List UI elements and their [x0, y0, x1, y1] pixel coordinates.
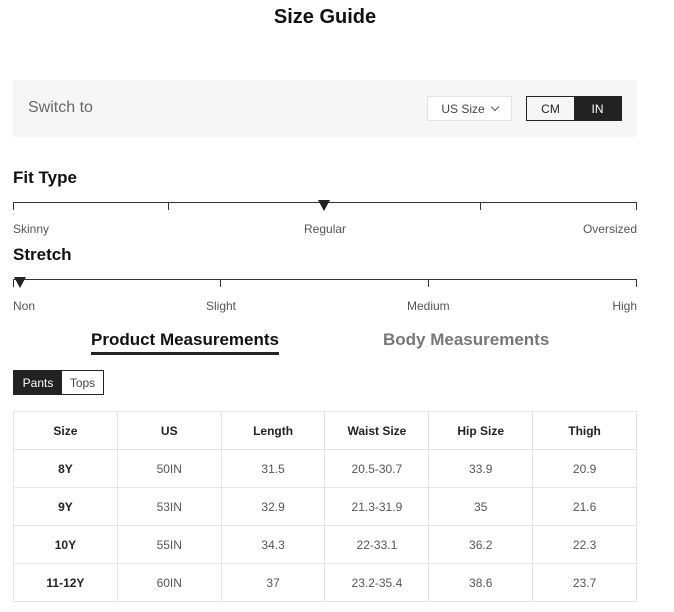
table-cell: 53IN: [116, 487, 222, 526]
table-cell: 32.9: [220, 487, 326, 526]
col-header-hip: Hip Size: [428, 411, 534, 450]
measurement-tabs: Product Measurements Body Measurements: [13, 330, 637, 356]
table-cell: 36.2: [428, 525, 534, 564]
scale-tick: [480, 202, 481, 210]
chevron-down-icon: [490, 102, 499, 111]
stretch-label-non: Non: [13, 299, 36, 313]
scale-tick: [168, 202, 169, 210]
stretch-label-slight: Slight: [206, 299, 237, 313]
stretch-label-medium: Medium: [407, 299, 450, 313]
scale-tick: [13, 202, 14, 210]
col-header-thigh: Thigh: [532, 411, 637, 450]
unit-switch-bar: Switch to US Size CM IN: [13, 80, 637, 137]
tab-product-measurements[interactable]: Product Measurements: [91, 330, 279, 355]
col-header-length: Length: [220, 411, 326, 450]
table-cell: 20.9: [532, 449, 637, 488]
table-cell: 38.6: [428, 563, 534, 602]
tab-body-measurements[interactable]: Body Measurements: [383, 330, 549, 350]
fit-type-marker-icon: [318, 200, 330, 211]
table-cell: 50IN: [116, 449, 222, 488]
fit-label-skinny: Skinny: [13, 222, 50, 236]
col-header-us: US: [116, 411, 222, 450]
subtab-pants[interactable]: Pants: [14, 371, 62, 394]
fit-label-oversized: Oversized: [582, 222, 637, 236]
scale-tick: [428, 279, 429, 287]
scale-tick: [220, 279, 221, 287]
table-cell: 60IN: [116, 563, 222, 602]
table-cell: 21.3-31.9: [324, 487, 430, 526]
table-cell: 55IN: [116, 525, 222, 564]
unit-cm-button[interactable]: CM: [527, 97, 574, 120]
page-title: Size Guide: [273, 6, 377, 28]
table-cell: 10Y: [13, 525, 118, 564]
fit-type-heading: Fit Type: [13, 168, 77, 187]
col-header-waist: Waist Size: [324, 411, 430, 450]
garment-subtabs: Pants Tops: [13, 370, 104, 395]
table-cell: 23.2-35.4: [324, 563, 430, 602]
table-cell: 33.9: [428, 449, 534, 488]
stretch-marker-icon: [14, 277, 26, 288]
fit-label-regular: Regular: [304, 222, 347, 236]
switch-label: Switch to: [28, 99, 93, 116]
scale-tick: [636, 202, 637, 210]
unit-in-button[interactable]: IN: [574, 97, 621, 120]
table-header-row: Size US Length Waist Size Hip Size Thigh: [13, 411, 637, 450]
table-cell: 20.5-30.7: [324, 449, 430, 488]
table-cell: 8Y: [13, 449, 118, 488]
scale-tick: [636, 279, 637, 287]
table-cell: 21.6: [532, 487, 637, 526]
table-row: 11-12Y 60IN 37 23.2-35.4 38.6 23.7: [13, 563, 637, 602]
table-cell: 11-12Y: [13, 563, 118, 602]
table-cell: 9Y: [13, 487, 118, 526]
table-cell: 23.7: [532, 563, 637, 602]
subtab-tops[interactable]: Tops: [62, 371, 103, 394]
table-row: 9Y 53IN 32.9 21.3-31.9 35 21.6: [13, 487, 637, 526]
table-cell: 31.5: [220, 449, 326, 488]
col-header-size: Size: [13, 411, 118, 450]
table-cell: 22-33.1: [324, 525, 430, 564]
size-table: Size US Length Waist Size Hip Size Thigh…: [13, 411, 637, 602]
table-cell: 37: [220, 563, 326, 602]
stretch-heading: Stretch: [13, 245, 72, 264]
table-row: 8Y 50IN 31.5 20.5-30.7 33.9 20.9: [13, 449, 637, 488]
table-cell: 34.3: [220, 525, 326, 564]
table-cell: 22.3: [532, 525, 637, 564]
stretch-scale-line: [13, 279, 637, 280]
stretch-label-high: High: [612, 299, 637, 313]
table-row: 10Y 55IN 34.3 22-33.1 36.2 22.3: [13, 525, 637, 564]
size-system-dropdown[interactable]: US Size: [427, 96, 512, 121]
unit-toggle: CM IN: [526, 96, 622, 121]
table-cell: 35: [428, 487, 534, 526]
size-system-value: US Size: [441, 101, 485, 116]
